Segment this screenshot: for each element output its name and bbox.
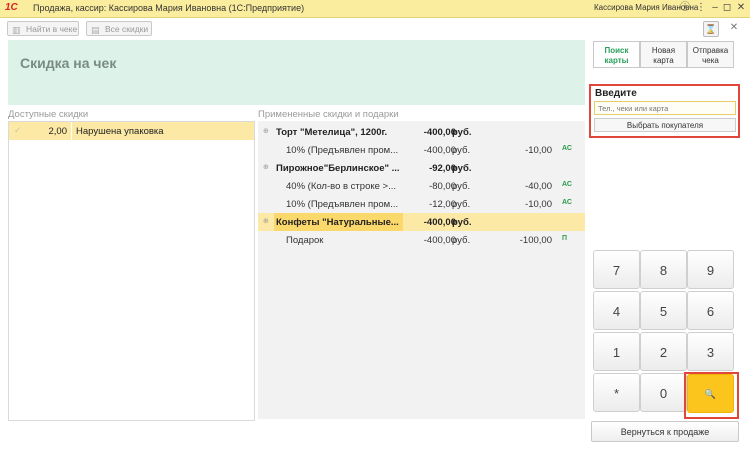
tab-new-card[interactable]: Новая карта [640,41,687,68]
expand-icon: ⊕ [263,218,269,225]
item-discount: -40,00 [525,181,552,192]
hourglass-icon[interactable]: ⌛ [703,21,719,37]
key-8[interactable]: 8 [640,250,687,289]
window-title: Продажа, кассир: Кассирова Мария Ивановн… [33,3,305,13]
item-badge: АС [562,199,572,206]
item-amount: -92,00 [429,163,456,174]
item-amount: -400,00 [423,127,456,138]
available-discounts-list: ✓ 2,00 Нарушена упаковка [8,121,255,421]
search-key-highlight [684,372,739,419]
discount-value: 2,00 [48,126,68,137]
list-icon: ▤ [91,25,100,35]
item-currency: руб. [452,163,472,174]
item-amount: -12,00 [429,199,456,210]
list-item[interactable]: ✓ 2,00 Нарушена упаковка [9,122,254,140]
enter-label: Введите [595,88,637,99]
item-discount: -10,00 [525,145,552,156]
table-row[interactable]: ⊕ Конфеты "Натуральные... -400,00 руб. [258,213,585,231]
item-name: Конфеты "Натуральные... [274,213,403,231]
title-bar: 1С Продажа, кассир: Кассирова Мария Иван… [0,0,750,18]
banner-title: Скидка на чек [20,55,117,71]
table-row[interactable]: Подарок -400,00 руб. -100,00 П [258,231,585,249]
select-customer-button[interactable]: Выбрать покупателя [594,118,736,132]
info-icon[interactable]: ⓘ [678,1,692,15]
applied-discounts-table: ⊕ Торт "Метелица", 1200г. -400,00 руб. 1… [258,121,585,419]
item-amount: -400,00 [423,235,456,246]
item-amount: -80,00 [429,181,456,192]
item-currency: руб. [452,199,471,210]
item-currency: руб. [452,181,471,192]
table-row[interactable]: 10% (Предъявлен пром... -12,00 руб. -10,… [258,195,585,213]
item-name: 10% (Предъявлен пром... [286,145,399,156]
expand-icon: ⊕ [263,164,269,171]
discount-name: Нарушена упаковка [76,126,164,137]
item-currency: руб. [452,217,472,228]
menu-icon[interactable]: ⋮ [694,1,708,15]
tab-card-search[interactable]: Поиск карты [593,41,640,68]
all-discounts-button[interactable]: ▤ Все скидки [86,21,152,36]
customer-search-input[interactable] [594,101,736,115]
item-amount: -400,00 [423,217,456,228]
tab-send-check[interactable]: Отправка чека [687,41,734,68]
all-discounts-label: Все скидки [105,24,149,34]
divider [71,122,72,140]
item-currency: руб. [452,127,472,138]
key-asterisk[interactable]: * [593,373,640,412]
toolbar: ▥ Найти в чеке ▤ Все скидки [0,18,750,40]
item-currency: руб. [452,235,471,246]
item-name: Пирожное"Берлинское" ... [276,163,400,174]
item-discount: -100,00 [519,235,552,246]
barcode-icon: ▥ [12,25,21,35]
item-badge: АС [562,181,572,188]
key-3[interactable]: 3 [687,332,734,371]
find-in-check-label: Найти в чеке [26,24,78,34]
customer-search-panel: Введите Выбрать покупателя [589,84,740,138]
item-name: Торт "Метелица", 1200г. [276,127,388,138]
expand-icon: ⊕ [263,128,269,135]
key-9[interactable]: 9 [687,250,734,289]
maximize-icon[interactable]: ◻ [720,1,734,15]
available-discounts-label: Доступные скидки [8,109,89,120]
find-in-check-button[interactable]: ▥ Найти в чеке [7,21,79,36]
key-4[interactable]: 4 [593,291,640,330]
table-row[interactable]: ⊕ Пирожное"Берлинское" ... -92,00 руб. [258,159,585,177]
item-discount: -10,00 [525,199,552,210]
item-badge: П [562,235,568,242]
applied-discounts-label: Примененные скидки и подарки [258,109,399,120]
item-amount: -400,00 [423,145,456,156]
item-name: Подарок [286,235,324,246]
app-logo: 1С [5,2,18,13]
discount-banner: Скидка на чек [8,40,585,105]
back-to-sale-button[interactable]: Вернуться к продаже [591,421,739,442]
key-2[interactable]: 2 [640,332,687,371]
item-currency: руб. [452,145,471,156]
checkmark-icon: ✓ [14,125,22,135]
key-5[interactable]: 5 [640,291,687,330]
item-name: 10% (Предъявлен пром... [286,199,399,210]
key-1[interactable]: 1 [593,332,640,371]
close-icon[interactable]: ✕ [734,1,748,15]
key-7[interactable]: 7 [593,250,640,289]
key-0[interactable]: 0 [640,373,687,412]
side-tabs: Поиск карты Новая карта Отправка чека [590,41,741,69]
close-form-icon[interactable]: ✕ [727,21,741,35]
key-6[interactable]: 6 [687,291,734,330]
table-row[interactable]: 40% (Кол-во в строке >... -80,00 руб. -4… [258,177,585,195]
item-name: 40% (Кол-во в строке >... [286,181,397,192]
table-row[interactable]: 10% (Предъявлен пром... -400,00 руб. -10… [258,141,585,159]
table-row[interactable]: ⊕ Торт "Метелица", 1200г. -400,00 руб. [258,123,585,141]
item-badge: АС [562,145,572,152]
